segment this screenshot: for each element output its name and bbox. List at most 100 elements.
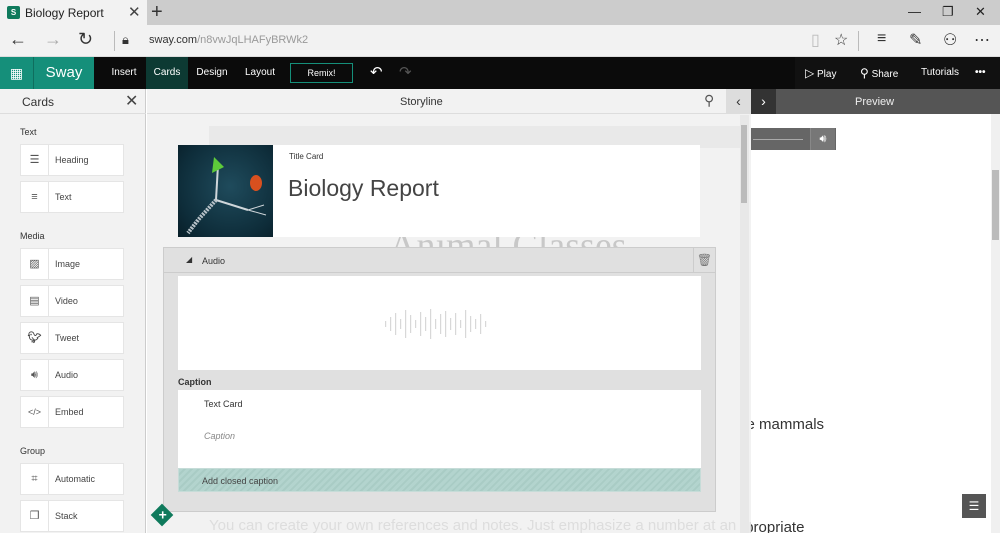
- restore-button[interactable]: ❐: [942, 4, 954, 20]
- hub-icon[interactable]: ≡: [877, 30, 886, 48]
- sway-toolbar: ▦ Sway Insert Cards Design Layout Remix!…: [0, 57, 1000, 89]
- back-icon[interactable]: ←: [9, 29, 27, 50]
- tile-label: Audio: [55, 370, 79, 380]
- collapse-triangle-icon[interactable]: ◢: [186, 255, 192, 264]
- undo-icon[interactable]: ↶: [370, 63, 383, 81]
- preview-body-text: s. Female mammals: [751, 416, 825, 433]
- menu-insert[interactable]: Insert: [104, 57, 144, 89]
- menu-cards[interactable]: Cards: [146, 57, 188, 89]
- tile-label: Image: [55, 259, 81, 269]
- search-icon[interactable]: ⚲: [704, 92, 714, 109]
- address-bar: ← → ↻ 🔒︎ sway.com/n8vwJqLHAFyBRWk2 ▯ ☆ ≡…: [0, 25, 1000, 57]
- storyline-scrollbar[interactable]: [740, 115, 749, 533]
- waveform-bar: [440, 314, 442, 334]
- waveform-bar: [465, 310, 467, 338]
- embed-icon: </>: [21, 397, 49, 427]
- title-card-heading[interactable]: Biology Report: [288, 175, 439, 202]
- audio-progress-track[interactable]: [753, 139, 803, 140]
- minimize-button[interactable]: —: [908, 4, 921, 19]
- waveform-bar: [460, 320, 462, 328]
- chevron-right-icon[interactable]: ›: [751, 89, 776, 114]
- more-options-button[interactable]: •••: [975, 57, 986, 89]
- card-tile-video[interactable]: ▤ Video: [20, 285, 124, 317]
- chevron-left-icon[interactable]: ‹: [726, 89, 751, 114]
- menu-layout[interactable]: Layout: [238, 57, 282, 89]
- navigation-outline-icon[interactable]: ☰: [962, 494, 986, 518]
- divider: [858, 31, 859, 51]
- tab-close-icon[interactable]: ✕: [128, 3, 141, 21]
- card-tile-image[interactable]: ▨ Image: [20, 248, 124, 280]
- more-browser-icon[interactable]: ⋯: [974, 30, 990, 50]
- card-tile-audio[interactable]: 🔊︎ Audio: [20, 359, 124, 391]
- browser-tab[interactable]: S Biology Report ✕: [0, 0, 147, 25]
- refresh-icon[interactable]: ↻: [78, 29, 93, 50]
- audio-card-header: ◢ Audio 🗑︎: [164, 248, 715, 273]
- redo-icon[interactable]: ↷: [399, 63, 412, 81]
- preview-body-text: at an appropriate: [751, 519, 805, 533]
- volume-icon[interactable]: 🔊︎: [810, 128, 835, 150]
- tile-label: Embed: [55, 407, 84, 417]
- card-tile-embed[interactable]: </> Embed: [20, 396, 124, 428]
- share-button[interactable]: ⚲ Share: [860, 57, 898, 89]
- caption-card[interactable]: Text Card Caption: [178, 390, 701, 468]
- forward-icon[interactable]: →: [44, 29, 62, 50]
- waveform-bar: [470, 316, 472, 332]
- divider: [114, 31, 115, 51]
- scrollbar-thumb[interactable]: [992, 170, 999, 240]
- card-tile-tweet[interactable]: 🐦︎ Tweet: [20, 322, 124, 354]
- remix-button[interactable]: Remix!: [290, 63, 353, 83]
- waveform-bar: [435, 319, 437, 329]
- add-card-button[interactable]: +: [150, 503, 174, 527]
- caption-input[interactable]: Caption: [204, 431, 235, 441]
- url-field[interactable]: sway.com/n8vwJqLHAFyBRWk2: [149, 34, 308, 46]
- share-browser-icon[interactable]: ⚇: [943, 30, 957, 50]
- close-panel-icon[interactable]: ✕: [125, 91, 138, 111]
- storyline-header: Storyline ⚲ ‹: [147, 89, 751, 114]
- card-tile-stack[interactable]: ❒ Stack: [20, 500, 124, 532]
- waveform-bar: [395, 313, 397, 335]
- play-label: Play: [817, 69, 837, 80]
- card-tile-text[interactable]: ≡ Text: [20, 181, 124, 213]
- preview-header: › Preview: [751, 89, 1000, 114]
- play-button[interactable]: ▷ Play: [805, 57, 836, 89]
- waveform-bar: [415, 320, 417, 328]
- title-card[interactable]: Title Card Biology Report: [178, 145, 700, 237]
- share-label: Share: [871, 69, 899, 80]
- heading-icon: ☰: [21, 145, 49, 175]
- storyline-title: Storyline: [400, 96, 443, 108]
- scrollbar-thumb[interactable]: [741, 125, 747, 203]
- menu-design[interactable]: Design: [190, 57, 234, 89]
- tile-label: Heading: [55, 155, 89, 165]
- close-window-button[interactable]: ✕: [975, 4, 986, 20]
- audio-card[interactable]: ◢ Audio 🗑︎ Caption Text Card Caption Add…: [163, 247, 716, 512]
- right-tools: ▷ Play ⚲ Share Tutorials •••: [795, 57, 1000, 89]
- web-note-icon[interactable]: ✎: [909, 30, 922, 50]
- audio-drop-area[interactable]: [178, 276, 701, 370]
- stack-icon: ❒: [21, 501, 49, 531]
- audio-card-title: Audio: [202, 256, 226, 266]
- new-tab-button[interactable]: +: [151, 1, 163, 24]
- tile-label: Automatic: [55, 474, 96, 484]
- trash-icon[interactable]: 🗑︎: [693, 248, 715, 273]
- audio-player[interactable]: 🔊︎: [751, 128, 836, 150]
- app-launcher-icon[interactable]: ▦: [0, 57, 34, 89]
- card-tile-automatic[interactable]: ⌗ Automatic: [20, 463, 124, 495]
- waveform-bar: [475, 319, 477, 329]
- group-label-media: Media: [20, 231, 45, 241]
- preview-scrollbar[interactable]: [991, 114, 1000, 533]
- caption-label: Caption: [178, 377, 212, 387]
- title-card-image[interactable]: [178, 145, 273, 237]
- play-icon: ▷: [805, 66, 815, 80]
- url-path: /n8vwJqLHAFyBRWk2: [197, 34, 309, 46]
- waveform-bar: [420, 312, 422, 336]
- favorite-star-icon[interactable]: ☆: [834, 30, 848, 50]
- sway-app-icon: S: [7, 6, 20, 19]
- card-tile-heading[interactable]: ☰ Heading: [20, 144, 124, 176]
- reading-view-icon[interactable]: ▯: [811, 30, 820, 50]
- waveform-bar: [400, 319, 402, 329]
- add-closed-caption-button[interactable]: Add closed caption: [178, 468, 701, 492]
- waveform-bar: [455, 313, 457, 335]
- waveform-bar: [385, 321, 387, 327]
- tile-label: Video: [55, 296, 78, 306]
- tutorials-button[interactable]: Tutorials: [921, 57, 959, 89]
